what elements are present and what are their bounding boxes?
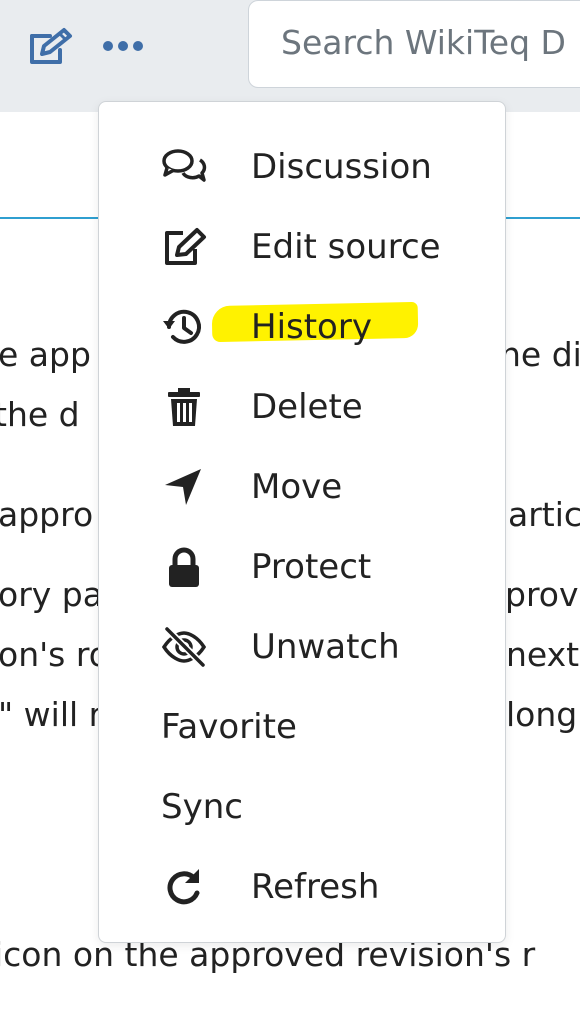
menu-item-label: Unwatch bbox=[251, 627, 400, 667]
article-text: the d bbox=[0, 395, 80, 434]
menu-item-label: Move bbox=[251, 467, 343, 507]
article-text: next bbox=[506, 635, 580, 674]
article-text: he dis bbox=[500, 335, 580, 374]
more-options-icon[interactable] bbox=[100, 30, 146, 62]
menu-item-edit-source[interactable]: Edit source bbox=[99, 207, 505, 287]
article-text: ory pa bbox=[0, 575, 103, 614]
trash-icon bbox=[161, 387, 207, 427]
menu-item-label: History bbox=[251, 307, 372, 347]
article-text: e app bbox=[0, 335, 91, 374]
menu-item-label: Refresh bbox=[251, 867, 380, 907]
menu-item-discussion[interactable]: Discussion bbox=[99, 127, 505, 207]
menu-item-favorite[interactable]: Favorite bbox=[99, 687, 505, 767]
menu-item-label: Edit source bbox=[251, 227, 441, 267]
article-text: artic bbox=[508, 495, 580, 534]
article-text: long bbox=[506, 695, 578, 734]
article-text: appro bbox=[0, 495, 94, 534]
article-text: on's ro bbox=[0, 635, 109, 674]
move-icon bbox=[161, 467, 207, 507]
top-toolbar bbox=[0, 0, 580, 112]
discussion-icon bbox=[161, 147, 207, 187]
menu-item-protect[interactable]: Protect bbox=[99, 527, 505, 607]
menu-item-label: Sync bbox=[161, 787, 243, 827]
search-input[interactable] bbox=[281, 23, 580, 62]
article-text: prov bbox=[505, 575, 579, 614]
menu-item-label: Protect bbox=[251, 547, 372, 587]
menu-item-history[interactable]: History bbox=[99, 287, 505, 367]
page-actions-menu: Discussion Edit source History Delete Mo… bbox=[98, 101, 506, 943]
menu-item-unwatch[interactable]: Unwatch bbox=[99, 607, 505, 687]
refresh-icon bbox=[161, 867, 207, 907]
menu-item-label: Favorite bbox=[161, 707, 297, 747]
eye-slash-icon bbox=[161, 627, 207, 667]
menu-item-delete[interactable]: Delete bbox=[99, 367, 505, 447]
lock-icon bbox=[161, 547, 207, 587]
menu-item-sync[interactable]: Sync bbox=[99, 767, 505, 847]
article-text: " will r bbox=[0, 695, 103, 734]
edit-icon[interactable] bbox=[28, 26, 76, 66]
search-box[interactable] bbox=[248, 0, 580, 88]
menu-item-move[interactable]: Move bbox=[99, 447, 505, 527]
history-icon bbox=[161, 307, 207, 347]
menu-item-label: Discussion bbox=[251, 147, 432, 187]
menu-item-label: Delete bbox=[251, 387, 363, 427]
edit-icon bbox=[161, 227, 207, 267]
menu-item-refresh[interactable]: Refresh bbox=[99, 847, 505, 927]
